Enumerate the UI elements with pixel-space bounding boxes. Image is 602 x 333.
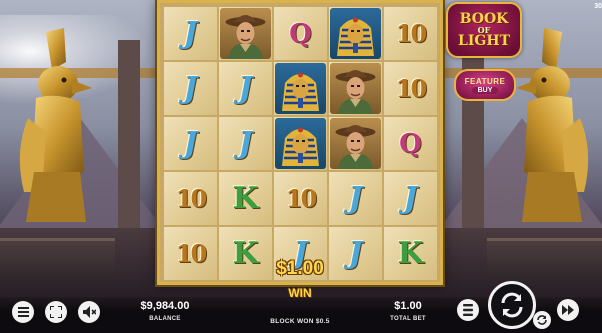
- symbol-10: 10: [395, 73, 427, 103]
- feature-buy-sublabel: BUY: [471, 86, 499, 94]
- autoplay-button[interactable]: [533, 311, 551, 329]
- balance-value: $9,984.00: [140, 300, 190, 312]
- corner-text: 30: [594, 3, 602, 10]
- horus-statue-left-icon: [19, 28, 92, 222]
- reel-cell: 10: [163, 226, 218, 281]
- explorer-symbol: [330, 63, 381, 114]
- sound-muted-icon: [82, 306, 96, 318]
- reel-cell: [273, 116, 328, 171]
- reel-frame: J Q 10 J J 10 J J Q 10 K 10 J J 10 K J J K: [157, 0, 443, 285]
- left-pedestal: [0, 238, 115, 283]
- symbol-10: 10: [175, 238, 207, 268]
- symbol-q: Q: [289, 18, 312, 49]
- reel-cell: J: [163, 61, 218, 116]
- turbo-button[interactable]: [557, 299, 579, 321]
- reel-cell: J: [328, 171, 383, 226]
- game-logo: BOOK OF LIGHT: [446, 2, 522, 58]
- fast-forward-icon: [562, 305, 574, 315]
- reel-cell: [273, 61, 328, 116]
- reel-cell: K: [218, 171, 273, 226]
- reel-cell: J: [218, 116, 273, 171]
- symbol-j: J: [403, 180, 418, 216]
- fullscreen-icon: [50, 306, 62, 318]
- menu-icon: [17, 307, 29, 317]
- symbol-j: J: [348, 235, 363, 271]
- symbol-10: 10: [395, 18, 427, 48]
- block-won-text: BLOCK WON $0.5: [270, 318, 330, 325]
- logo-line-3: LIGHT: [458, 33, 510, 49]
- pharaoh-mask-icon: [282, 127, 319, 166]
- reel-cell: Q: [383, 116, 438, 171]
- balance-label: BALANCE: [149, 316, 181, 322]
- reel-grid: J Q 10 J J 10 J J Q 10 K 10 J J 10 K J J K: [163, 6, 438, 282]
- symbol-j: J: [348, 180, 363, 216]
- logo-line-1: BOOK: [459, 11, 509, 27]
- reel-cell: 10: [163, 171, 218, 226]
- explorer-portrait-icon: [225, 15, 266, 59]
- menu-button[interactable]: [12, 301, 34, 323]
- pharaoh-symbol: [275, 63, 326, 114]
- win-amount: $1.00: [276, 258, 324, 279]
- feature-buy-label: FEATURE: [464, 76, 506, 86]
- left-pillar: [118, 40, 140, 240]
- reel-cell: [328, 61, 383, 116]
- reel-cell: J: [163, 6, 218, 61]
- symbol-j: J: [238, 70, 253, 106]
- pharaoh-mask-icon: [337, 17, 374, 56]
- total-bet-value: $1.00: [394, 300, 422, 312]
- reel-cell: [328, 116, 383, 171]
- reel-cell: J: [163, 116, 218, 171]
- reel-cell: J: [328, 226, 383, 281]
- symbol-j: J: [183, 70, 198, 106]
- reel-cell: K: [383, 226, 438, 281]
- explorer-portrait-icon: [335, 125, 376, 169]
- symbol-k: K: [232, 180, 259, 216]
- pharaoh-symbol: [330, 8, 381, 59]
- spin-icon: [501, 292, 523, 318]
- symbol-j: J: [238, 125, 253, 161]
- sound-button[interactable]: [78, 301, 100, 323]
- game-stage: J Q 10 J J 10 J J Q 10 K 10 J J 10 K J J K BOOK OF LIGHT F…: [0, 0, 602, 333]
- total-bet-label: TOTAL BET: [390, 316, 426, 322]
- symbol-j: J: [183, 125, 198, 161]
- coin-stack-icon: [463, 304, 473, 316]
- reel-cell: 10: [383, 61, 438, 116]
- reel-cell: 10: [273, 171, 328, 226]
- right-pedestal: [487, 238, 602, 283]
- symbol-q: Q: [399, 128, 422, 159]
- symbol-k: K: [397, 235, 424, 271]
- reel-cell: [328, 6, 383, 61]
- explorer-symbol: [330, 118, 381, 169]
- reel-cell: [218, 6, 273, 61]
- horus-statue-right-icon: [516, 28, 589, 222]
- pharaoh-mask-icon: [282, 72, 319, 111]
- bet-settings-button[interactable]: [457, 299, 479, 321]
- reel-cell: J: [383, 171, 438, 226]
- reel-cell: J: [218, 61, 273, 116]
- explorer-symbol: [220, 8, 271, 59]
- pharaoh-symbol: [275, 118, 326, 169]
- symbol-10: 10: [175, 183, 207, 213]
- spin-button[interactable]: [488, 281, 536, 329]
- reel-cell: K: [218, 226, 273, 281]
- symbol-10: 10: [285, 183, 317, 213]
- fullscreen-button[interactable]: [45, 301, 67, 323]
- feature-buy-button[interactable]: FEATURE BUY: [454, 69, 516, 101]
- symbol-j: J: [183, 15, 198, 51]
- explorer-portrait-icon: [335, 70, 376, 114]
- reel-cell: Q: [273, 6, 328, 61]
- reel-cell: 10: [383, 6, 438, 61]
- symbol-k: K: [232, 235, 259, 271]
- autoplay-icon: [537, 315, 547, 325]
